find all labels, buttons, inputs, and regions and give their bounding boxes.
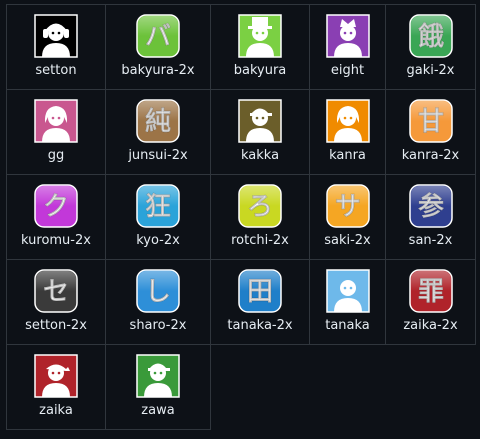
icon-label: tanaka-2x [227, 318, 293, 333]
icon-cell-zaika: zaika [7, 345, 106, 430]
icon-label: setton [35, 63, 77, 78]
icon-label: saki-2x [324, 233, 371, 248]
icon-glyph: 田 [247, 277, 273, 307]
icon-cell-setton: setton [7, 5, 106, 90]
zawa-icon [135, 353, 181, 399]
icon-cell-eight: eight [310, 5, 386, 90]
icon-label: setton-2x [25, 318, 87, 333]
icon-label: junsui-2x [128, 148, 188, 163]
icon-label: kakka [240, 148, 280, 163]
icon-label: kanra [329, 148, 366, 163]
setton-icon [33, 13, 79, 59]
eight-icon [325, 13, 371, 59]
gaki-2x-icon: 餓 [408, 13, 454, 59]
icon-label: eight [330, 63, 365, 78]
icon-label: zaika [39, 403, 73, 418]
gg-icon [33, 98, 79, 144]
icon-label: gg [47, 148, 65, 163]
icon-glyph: 甘 [417, 107, 443, 137]
icon-label: tanaka [325, 318, 370, 333]
icon-label: bakyura [233, 63, 287, 78]
icon-label: bakyura-2x [121, 63, 195, 78]
icon-cell-gaki-2x: 餓 gaki-2x [386, 5, 476, 90]
icon-cell-bakyura-2x: バ bakyura-2x [106, 5, 211, 90]
icon-glyph: し [145, 277, 171, 307]
icon-label: sharo-2x [129, 318, 187, 333]
bakyura-2x-icon: バ [135, 13, 181, 59]
icon-label: rotchi-2x [231, 233, 289, 248]
icon-grid: setton バ bakyura-2x bakyura eight 餓 gaki-2x gg 純… [6, 4, 476, 430]
icon-glyph: サ [334, 192, 360, 222]
icon-label: kuromu-2x [21, 233, 91, 248]
kanra-icon [325, 98, 371, 144]
icon-cell-san-2x: 参 san-2x [386, 175, 476, 260]
icon-label: zawa [141, 403, 175, 418]
icon-cell-gg: gg [7, 90, 106, 175]
icon-cell-kanra-2x: 甘 kanra-2x [386, 90, 476, 175]
icon-glyph: 餓 [417, 21, 443, 52]
icon-glyph: セ [43, 277, 69, 307]
icon-cell-rotchi-2x: ろ rotchi-2x [211, 175, 310, 260]
icon-cell-zawa: zawa [106, 345, 211, 430]
icon-cell-kanra: kanra [310, 90, 386, 175]
kuromu-2x-icon: ク [33, 183, 79, 229]
icon-cell-tanaka: tanaka [310, 260, 386, 345]
icon-cell-setton-2x: セ setton-2x [7, 260, 106, 345]
icon-glyph: 罪 [417, 277, 443, 307]
icon-glyph: 純 [145, 106, 171, 137]
tanaka-icon [325, 268, 371, 314]
icon-label: zaika-2x [403, 318, 458, 333]
icon-glyph: 参 [417, 191, 443, 222]
icon-glyph: ク [43, 192, 69, 222]
icon-cell-kyo-2x: 狂 kyo-2x [106, 175, 211, 260]
kakka-icon [237, 98, 283, 144]
saki-2x-icon: サ [325, 183, 371, 229]
icon-cell-kakka: kakka [211, 90, 310, 175]
icon-glyph: バ [145, 22, 171, 52]
rotchi-2x-icon: ろ [237, 183, 283, 229]
bakyura-icon [237, 13, 283, 59]
kanra-2x-icon: 甘 [408, 98, 454, 144]
icon-cell-junsui-2x: 純 junsui-2x [106, 90, 211, 175]
icon-label: san-2x [408, 233, 453, 248]
icon-cell-tanaka-2x: 田 tanaka-2x [211, 260, 310, 345]
icon-label: kyo-2x [136, 233, 180, 248]
sharo-2x-icon: し [135, 268, 181, 314]
zaika-2x-icon: 罪 [408, 268, 454, 314]
tanaka-2x-icon: 田 [237, 268, 283, 314]
icon-glyph: ろ [247, 192, 273, 222]
icon-cell-bakyura: bakyura [211, 5, 310, 90]
junsui-2x-icon: 純 [135, 98, 181, 144]
kyo-2x-icon: 狂 [135, 183, 181, 229]
icon-cell-kuromu-2x: ク kuromu-2x [7, 175, 106, 260]
icon-label: gaki-2x [406, 63, 455, 78]
icon-cell-sharo-2x: し sharo-2x [106, 260, 211, 345]
icon-cell-zaika-2x: 罪 zaika-2x [386, 260, 476, 345]
icon-glyph: 狂 [145, 192, 171, 222]
icon-cell-saki-2x: サ saki-2x [310, 175, 386, 260]
icon-label: kanra-2x [401, 148, 460, 163]
san-2x-icon: 参 [408, 183, 454, 229]
setton-2x-icon: セ [33, 268, 79, 314]
zaika-icon [33, 353, 79, 399]
